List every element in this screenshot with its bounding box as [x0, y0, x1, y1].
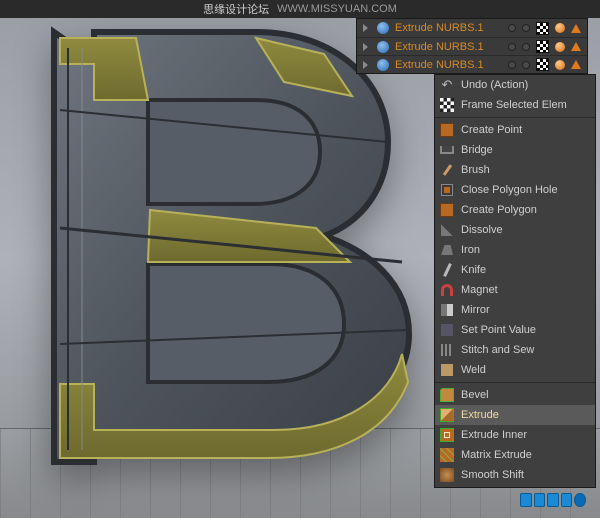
brush-icon	[442, 164, 451, 176]
menu-label: Iron	[461, 244, 480, 256]
menu-item-undo[interactable]: ↶ Undo (Action)	[435, 75, 595, 95]
set-point-icon	[441, 324, 453, 336]
vis-editor-dot-icon[interactable]	[508, 24, 516, 32]
object-row[interactable]: Extrude NURBS.1	[357, 19, 587, 37]
menu-label: Bevel	[461, 389, 489, 401]
menu-item-create-point[interactable]: Create Point	[435, 120, 595, 140]
expand-icon[interactable]	[363, 43, 371, 51]
stitch-icon	[441, 344, 453, 356]
bevel-icon	[440, 388, 454, 402]
object-label: Extrude NURBS.1	[395, 22, 502, 34]
header-site: WWW.MISSYUAN.COM	[277, 3, 397, 15]
context-menu[interactable]: ↶ Undo (Action) Frame Selected Elem Crea…	[434, 74, 596, 488]
menu-label: Create Polygon	[461, 204, 537, 216]
undo-icon: ↶	[439, 77, 455, 93]
iron-icon	[441, 245, 453, 255]
material-tag-icon[interactable]	[555, 23, 565, 33]
menu-item-dissolve[interactable]: Dissolve	[435, 220, 595, 240]
menu-item-iron[interactable]: Iron	[435, 240, 595, 260]
menu-item-bridge[interactable]: Bridge	[435, 140, 595, 160]
menu-label: Smooth Shift	[461, 469, 524, 481]
expand-icon[interactable]	[363, 61, 371, 69]
object-row[interactable]: Extrude NURBS.1	[357, 55, 587, 73]
dissolve-icon	[441, 224, 453, 236]
menu-item-smooth-shift[interactable]: Smooth Shift	[435, 465, 595, 485]
menu-item-weld[interactable]: Weld	[435, 360, 595, 380]
mirror-icon	[441, 304, 453, 316]
bridge-icon	[440, 146, 454, 154]
matrix-extrude-icon	[440, 448, 454, 462]
menu-label: Bridge	[461, 144, 493, 156]
menu-label: Brush	[461, 164, 490, 176]
menu-label: Set Point Value	[461, 324, 536, 336]
vis-render-dot-icon[interactable]	[522, 43, 530, 51]
create-poly-icon	[440, 203, 454, 217]
menu-label: Stitch and Sew	[461, 344, 534, 356]
extrude-nurbs-icon	[377, 59, 389, 71]
menu-item-bevel[interactable]: Bevel	[435, 385, 595, 405]
menu-label: Mirror	[461, 304, 490, 316]
texture-tag-icon[interactable]	[536, 40, 549, 53]
knife-icon	[443, 263, 452, 277]
menu-separator	[435, 117, 595, 118]
phong-tag-icon[interactable]	[571, 24, 581, 33]
menu-item-create-polygon[interactable]: Create Polygon	[435, 200, 595, 220]
object-label: Extrude NURBS.1	[395, 59, 502, 71]
watermark-badge	[520, 490, 586, 510]
object-label: Extrude NURBS.1	[395, 41, 502, 53]
menu-label: Frame Selected Elem	[461, 99, 567, 111]
weld-icon	[441, 364, 453, 376]
menu-label: Weld	[461, 364, 486, 376]
menu-separator	[435, 382, 595, 383]
menu-label: Create Point	[461, 124, 522, 136]
smooth-shift-icon	[440, 468, 454, 482]
menu-label: Extrude	[461, 409, 499, 421]
menu-item-extrude-inner[interactable]: Extrude Inner	[435, 425, 595, 445]
object-tags[interactable]	[508, 22, 587, 35]
menu-item-brush[interactable]: Brush	[435, 160, 595, 180]
phong-tag-icon[interactable]	[571, 42, 581, 51]
vis-render-dot-icon[interactable]	[522, 24, 530, 32]
material-tag-icon[interactable]	[555, 60, 565, 70]
menu-item-frame-selected[interactable]: Frame Selected Elem	[435, 95, 595, 115]
texture-tag-icon[interactable]	[536, 58, 549, 71]
header-title: 思缘设计论坛	[203, 1, 269, 17]
extrude-nurbs-icon	[377, 41, 389, 53]
object-manager[interactable]: Extrude NURBS.1 Extrude NURBS.1 Extrude …	[356, 18, 588, 74]
menu-item-knife[interactable]: Knife	[435, 260, 595, 280]
phong-tag-icon[interactable]	[571, 60, 581, 69]
vis-editor-dot-icon[interactable]	[508, 61, 516, 69]
magnet-icon	[441, 284, 453, 296]
page-header: 思缘设计论坛 WWW.MISSYUAN.COM	[0, 0, 600, 18]
menu-item-close-polygon-hole[interactable]: Close Polygon Hole	[435, 180, 595, 200]
vis-render-dot-icon[interactable]	[522, 61, 530, 69]
menu-label: Close Polygon Hole	[461, 184, 558, 196]
close-poly-icon	[441, 184, 453, 196]
menu-label: Magnet	[461, 284, 498, 296]
vis-editor-dot-icon[interactable]	[508, 43, 516, 51]
object-tags[interactable]	[508, 58, 587, 71]
material-tag-icon[interactable]	[555, 42, 565, 52]
menu-item-extrude[interactable]: Extrude	[435, 405, 595, 425]
menu-label: Dissolve	[461, 224, 503, 236]
texture-tag-icon[interactable]	[536, 22, 549, 35]
extrude-inner-icon	[440, 428, 454, 442]
object-row[interactable]: Extrude NURBS.1	[357, 37, 587, 55]
letter-b-model[interactable]	[24, 14, 428, 484]
menu-label: Matrix Extrude	[461, 449, 532, 461]
extrude-icon	[440, 408, 454, 422]
expand-icon[interactable]	[363, 24, 371, 32]
menu-item-mirror[interactable]: Mirror	[435, 300, 595, 320]
object-tags[interactable]	[508, 40, 587, 53]
menu-item-magnet[interactable]: Magnet	[435, 280, 595, 300]
menu-label: Undo (Action)	[461, 79, 528, 91]
menu-item-matrix-extrude[interactable]: Matrix Extrude	[435, 445, 595, 465]
frame-icon	[440, 98, 454, 112]
menu-item-stitch-and-sew[interactable]: Stitch and Sew	[435, 340, 595, 360]
menu-label: Extrude Inner	[461, 429, 527, 441]
menu-label: Knife	[461, 264, 486, 276]
menu-item-set-point-value[interactable]: Set Point Value	[435, 320, 595, 340]
extrude-nurbs-icon	[377, 22, 389, 34]
create-point-icon	[440, 123, 454, 137]
